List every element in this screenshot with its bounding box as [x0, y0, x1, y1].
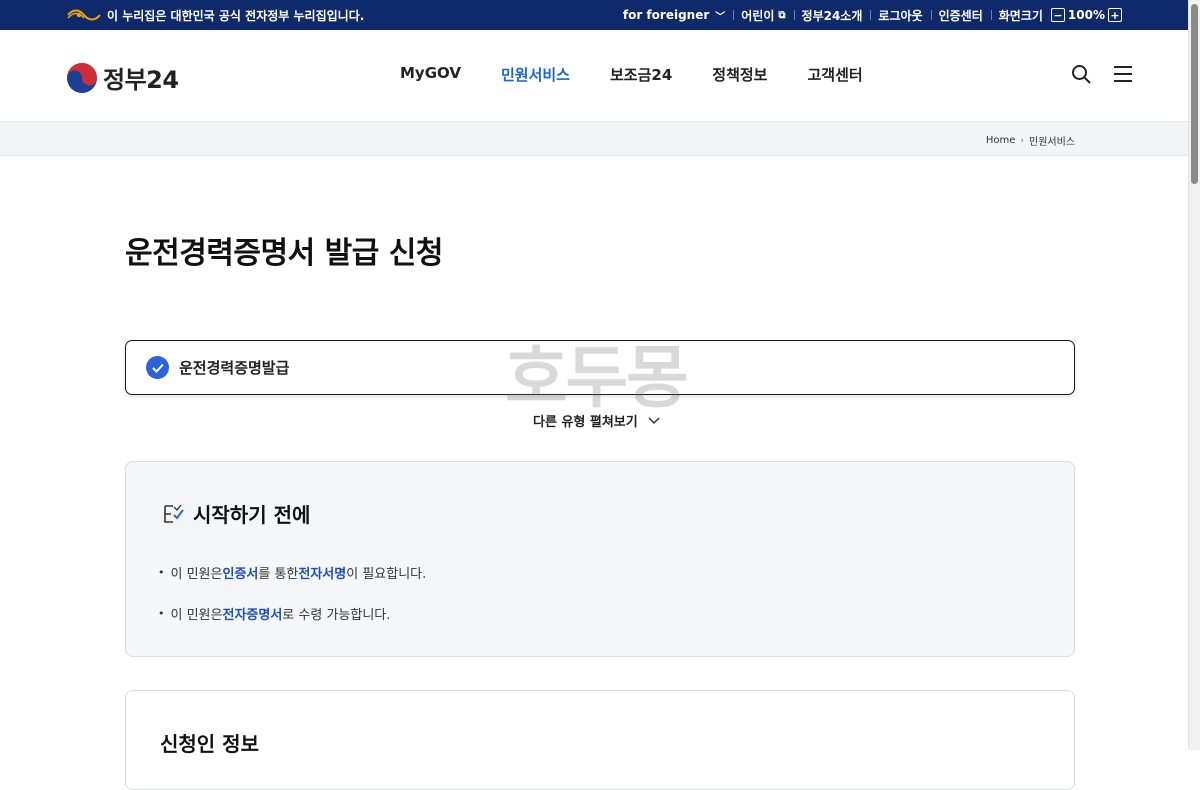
- bullet-icon: •: [158, 566, 165, 579]
- search-icon[interactable]: [1071, 64, 1091, 84]
- page-title: 운전경력증명서 발급 신청: [125, 236, 444, 271]
- about-gov24-link[interactable]: 정부24소개: [793, 7, 871, 24]
- zoom-out-button[interactable]: −: [1050, 8, 1065, 22]
- scrollbar-thumb[interactable]: [1191, 4, 1198, 184]
- nav-subsidy24[interactable]: 보조금24: [590, 64, 692, 85]
- hamburger-menu-icon[interactable]: [1113, 64, 1133, 84]
- nav-mygov[interactable]: MyGOV: [380, 64, 481, 85]
- logout-link[interactable]: 로그아웃: [870, 7, 930, 24]
- gov24-logo[interactable]: 정부24: [67, 60, 179, 95]
- nav-policy-info[interactable]: 정책정보: [692, 64, 787, 85]
- chevron-right-icon: ›: [1020, 135, 1024, 146]
- before-start-panel: 시작하기 전에 • 이 민원은 인증서 를 통한 전자서명 이 필요합니다. •…: [125, 461, 1075, 657]
- taegeuk-emblem-icon: [67, 62, 97, 93]
- for-foreigner-dropdown[interactable]: for foreigner ﹀: [615, 8, 733, 23]
- expand-other-types-button[interactable]: 다른 유형 펼쳐보기: [533, 411, 660, 430]
- chevron-down-icon: [648, 416, 660, 424]
- bullet-icon: •: [158, 607, 165, 620]
- breadcrumb-bar: Home › 민원서비스: [0, 122, 1188, 156]
- chevron-down-icon: ﹀: [715, 11, 726, 23]
- breadcrumb-current[interactable]: 민원서비스: [1029, 133, 1075, 148]
- screen-size-control: 화면크기 − 100% +: [990, 7, 1133, 24]
- zoom-level: 100%: [1067, 8, 1105, 22]
- nav-civil-service[interactable]: 민원서비스: [481, 64, 590, 85]
- breadcrumb: Home › 민원서비스: [986, 133, 1075, 148]
- page-scrollbar[interactable]: [1188, 0, 1200, 750]
- selected-application-type[interactable]: 운전경력증명발급: [125, 340, 1075, 395]
- check-circle-icon: [146, 356, 169, 379]
- nav-customer-center[interactable]: 고객센터: [787, 64, 882, 85]
- gov-mark-icon: [67, 9, 101, 21]
- applicant-info-panel: 신청인 정보: [125, 690, 1075, 790]
- notice-e-certificate: • 이 민원은 전자증명서 로 수령 가능합니다.: [158, 607, 391, 623]
- main-nav: MyGOV 민원서비스 보조금24 정책정보 고객센터: [380, 64, 883, 85]
- external-link-icon: ⧉: [778, 9, 786, 21]
- before-start-title: 시작하기 전에: [193, 503, 311, 527]
- official-site-notice: 이 누리집은 대한민국 공식 전자정부 누리집입니다.: [107, 8, 365, 23]
- application-type-label: 운전경력증명발급: [179, 359, 290, 377]
- official-site-banner: 이 누리집은 대한민국 공식 전자정부 누리집입니다. for foreigne…: [0, 0, 1188, 30]
- applicant-info-title: 신청인 정보: [160, 732, 259, 756]
- checklist-icon: [164, 504, 184, 523]
- notice-signature-required: • 이 민원은 인증서 를 통한 전자서명 이 필요합니다.: [158, 566, 427, 582]
- site-header: 정부24 MyGOV 민원서비스 보조금24 정책정보 고객센터: [0, 30, 1188, 122]
- certificate-center-link[interactable]: 인증센터: [930, 7, 991, 24]
- kids-link[interactable]: 어린이 ⧉: [733, 7, 793, 24]
- zoom-in-button[interactable]: +: [1108, 8, 1122, 22]
- breadcrumb-home[interactable]: Home: [986, 135, 1016, 146]
